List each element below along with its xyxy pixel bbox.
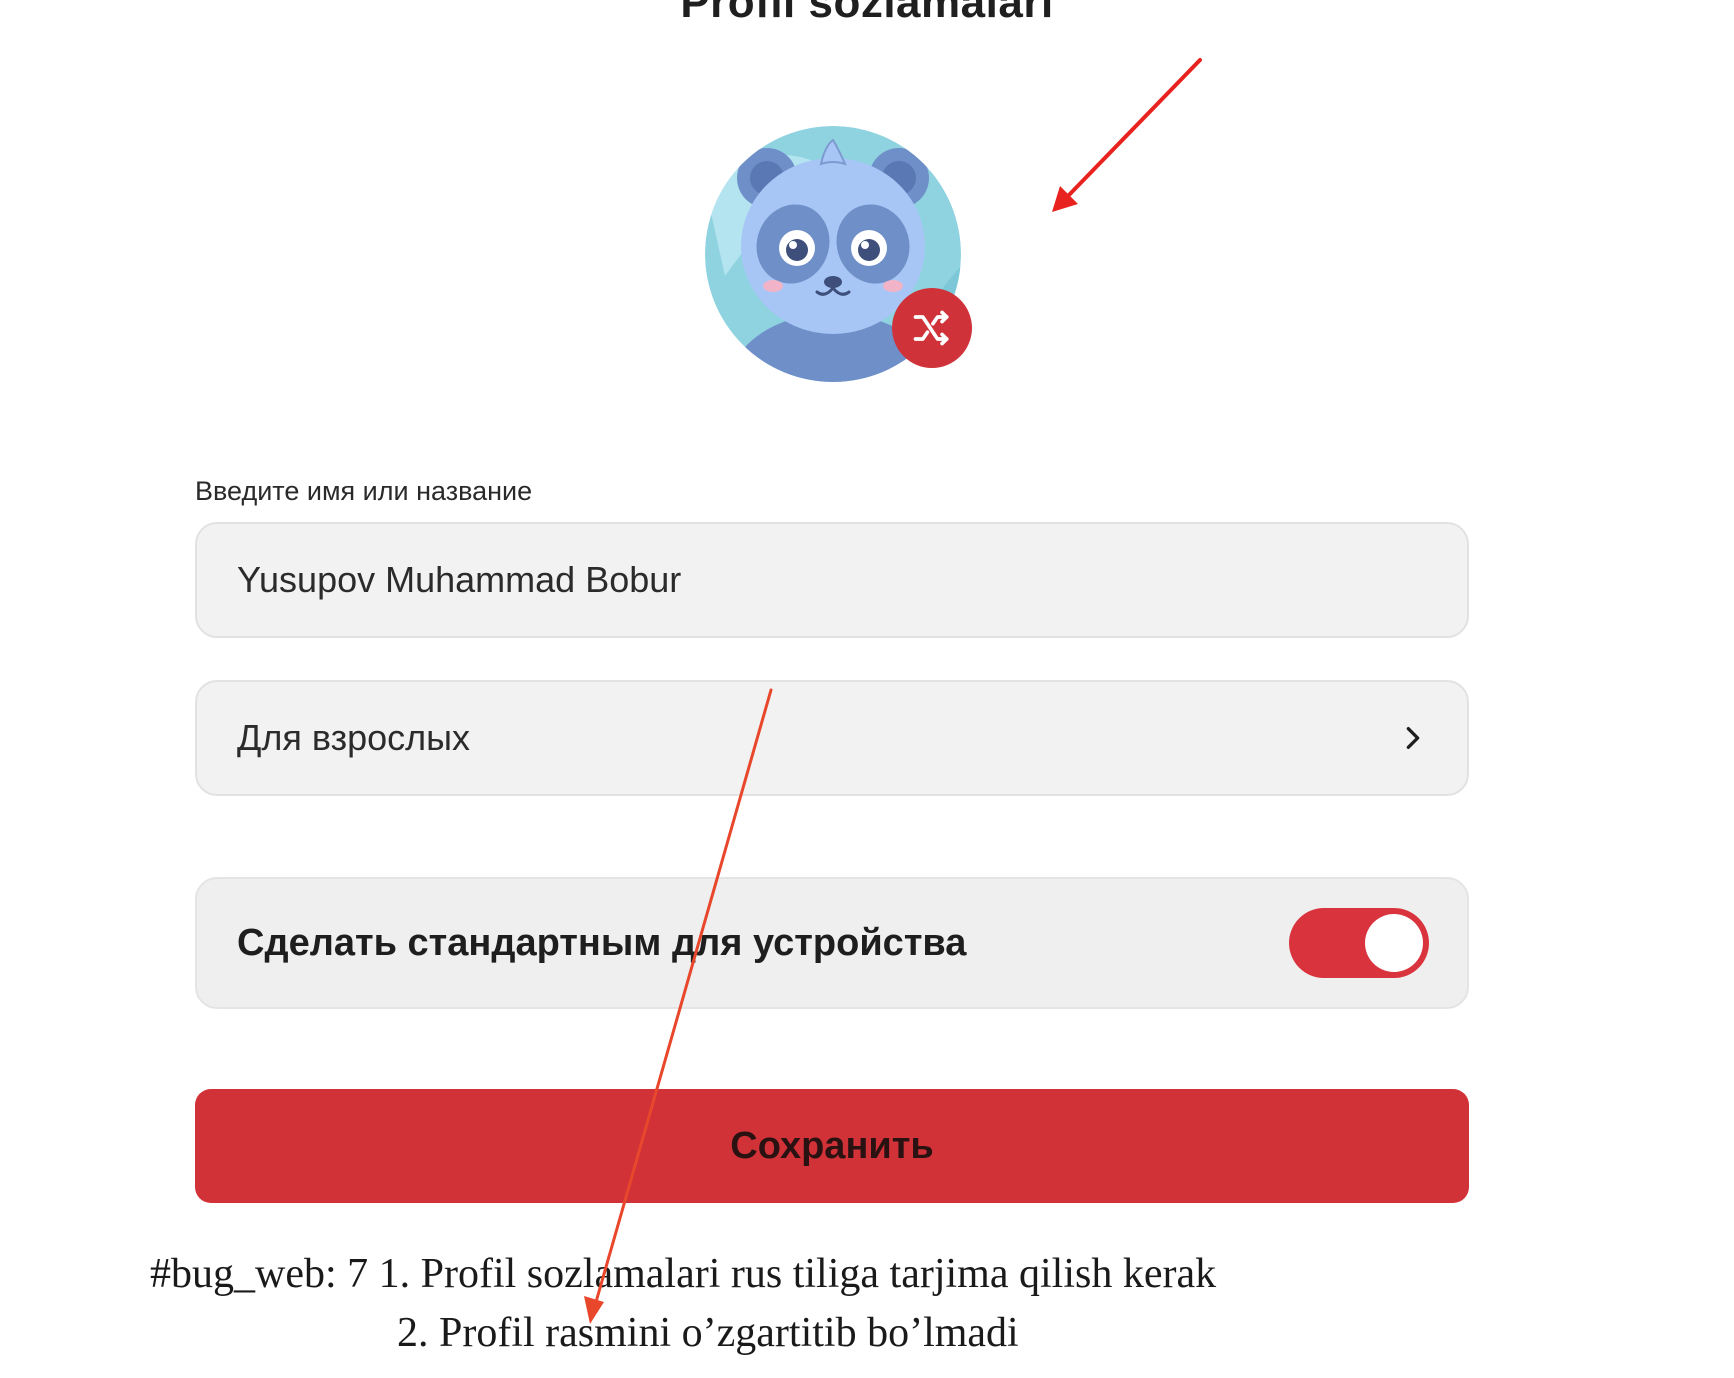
bug-note-line-2: 2. Profil rasmini o’zgartitib bo’lmadi — [397, 1310, 1019, 1356]
arrow-to-avatar — [1052, 58, 1202, 212]
shuffle-avatar-button[interactable] — [892, 288, 972, 368]
save-button[interactable]: Сохранить — [195, 1089, 1469, 1203]
bug-note-line-1: #bug_web: 7 1. Profil sozlamalari rus ti… — [150, 1251, 1217, 1297]
age-category-value: Для взрослых — [237, 717, 471, 758]
name-input-value: Yusupov Muhammad Bobur — [237, 559, 682, 600]
shuffle-icon — [913, 310, 949, 346]
age-category-select[interactable]: Для взрослых — [195, 680, 1469, 796]
default-device-toggle[interactable] — [1289, 908, 1429, 978]
default-device-label: Сделать стандартным для устройства — [237, 921, 967, 964]
page-title: Profil sozlamalari — [680, 0, 1054, 27]
toggle-knob — [1365, 914, 1423, 972]
name-field-label: Введите имя или название — [195, 476, 533, 506]
chevron-right-icon — [1406, 727, 1420, 749]
default-device-row: Сделать стандартным для устройства — [195, 877, 1469, 1009]
avatar-container — [705, 126, 972, 382]
name-input[interactable]: Yusupov Muhammad Bobur — [195, 522, 1469, 638]
